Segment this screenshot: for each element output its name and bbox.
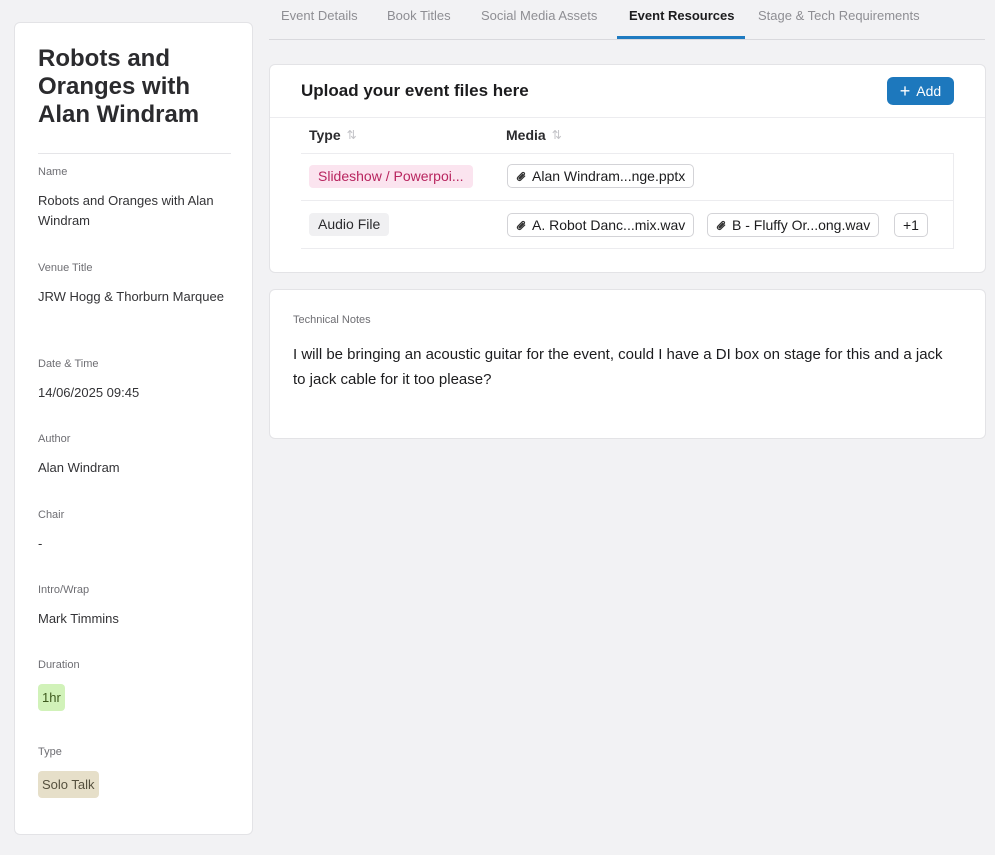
- more-files-chip[interactable]: +1: [894, 213, 928, 237]
- event-title: Robots and Oranges with Alan Windram: [38, 45, 200, 128]
- type-tag-slideshow: Slideshow / Powerpoi...: [309, 165, 473, 188]
- tab-event-resources[interactable]: Event Resources: [629, 8, 735, 23]
- table-edge: [953, 153, 954, 249]
- field-label: Author: [38, 433, 71, 445]
- media-file-name: A. Robot Danc...mix.wav: [532, 217, 686, 233]
- field-name: Name Robots and Oranges with Alan Windra…: [38, 165, 238, 231]
- column-header-label: Type: [309, 127, 341, 143]
- media-file-chip[interactable]: Alan Windram...nge.pptx: [507, 164, 695, 188]
- field-datetime: Date & Time 14/06/2025 09:45: [38, 357, 238, 403]
- tab-book-titles[interactable]: Book Titles: [387, 8, 451, 23]
- upload-heading: Upload your event files here: [301, 81, 529, 100]
- technical-notes-card: Technical Notes I will be bringing an ac…: [269, 289, 986, 439]
- tab-event-details[interactable]: Event Details: [281, 8, 358, 23]
- type-tag-audio: Audio File: [309, 213, 390, 236]
- media-file-name: B - Fluffy Or...ong.wav: [732, 217, 871, 233]
- field-value: 14/06/2025 09:45: [38, 385, 140, 400]
- media-file-chip[interactable]: B - Fluffy Or...ong.wav: [707, 213, 880, 237]
- active-tab-indicator: [617, 36, 745, 39]
- field-label: Venue Title: [38, 262, 93, 274]
- field-type: Type Solo Talk: [38, 745, 238, 798]
- technical-notes-text: I will be bringing an acoustic guitar fo…: [293, 346, 943, 388]
- field-author: Author Alan Windram: [38, 432, 238, 478]
- paperclip-icon: [716, 220, 726, 230]
- field-value: -: [38, 536, 43, 551]
- column-header-label: Media: [506, 127, 546, 143]
- field-label: Name: [38, 166, 68, 178]
- field-duration: Duration 1hr: [38, 658, 238, 711]
- row-divider: [301, 200, 953, 201]
- column-header-media[interactable]: Media ⇅: [506, 127, 562, 143]
- field-label: Chair: [38, 509, 65, 521]
- sort-icon: ⇅: [346, 128, 357, 142]
- add-button[interactable]: + Add: [887, 77, 954, 105]
- technical-notes-label: Technical Notes: [293, 314, 371, 326]
- field-label: Date & Time: [38, 358, 99, 370]
- tab-bar: Event Details Book Titles Social Media A…: [269, 0, 985, 40]
- event-summary-card: Robots and Oranges with Alan Windram Nam…: [14, 22, 253, 835]
- divider: [270, 117, 985, 118]
- paperclip-icon: [516, 171, 526, 181]
- type-badge: Solo Talk: [38, 771, 99, 798]
- media-file-name: Alan Windram...nge.pptx: [532, 168, 686, 184]
- field-label: Type: [38, 746, 62, 758]
- field-intro-wrap: Intro/Wrap Mark Timmins: [38, 583, 238, 629]
- field-label: Intro/Wrap: [38, 584, 90, 596]
- field-value: Robots and Oranges with Alan Windram: [38, 193, 214, 228]
- duration-badge: 1hr: [38, 684, 65, 711]
- event-resources-card: Upload your event files here + Add Type …: [269, 64, 986, 273]
- tab-stage-tech-requirements[interactable]: Stage & Tech Requirements: [758, 8, 920, 23]
- add-button-label: Add: [916, 83, 942, 99]
- field-venue: Venue Title JRW Hogg & Thorburn Marquee: [38, 261, 238, 307]
- field-chair: Chair -: [38, 508, 238, 554]
- row-divider: [301, 248, 953, 249]
- field-value: Mark Timmins: [38, 611, 119, 626]
- field-value: JRW Hogg & Thorburn Marquee: [38, 289, 224, 304]
- media-file-chip[interactable]: A. Robot Danc...mix.wav: [507, 213, 695, 237]
- plus-icon: +: [899, 81, 911, 101]
- paperclip-icon: [516, 220, 526, 230]
- field-label: Duration: [38, 659, 80, 671]
- tab-social-media-assets[interactable]: Social Media Assets: [481, 8, 597, 23]
- field-value: Alan Windram: [38, 460, 120, 475]
- row-divider: [301, 153, 953, 154]
- sort-icon: ⇅: [551, 128, 562, 142]
- divider: [38, 153, 231, 154]
- more-files-count: +1: [903, 217, 919, 233]
- column-header-type[interactable]: Type ⇅: [309, 127, 357, 143]
